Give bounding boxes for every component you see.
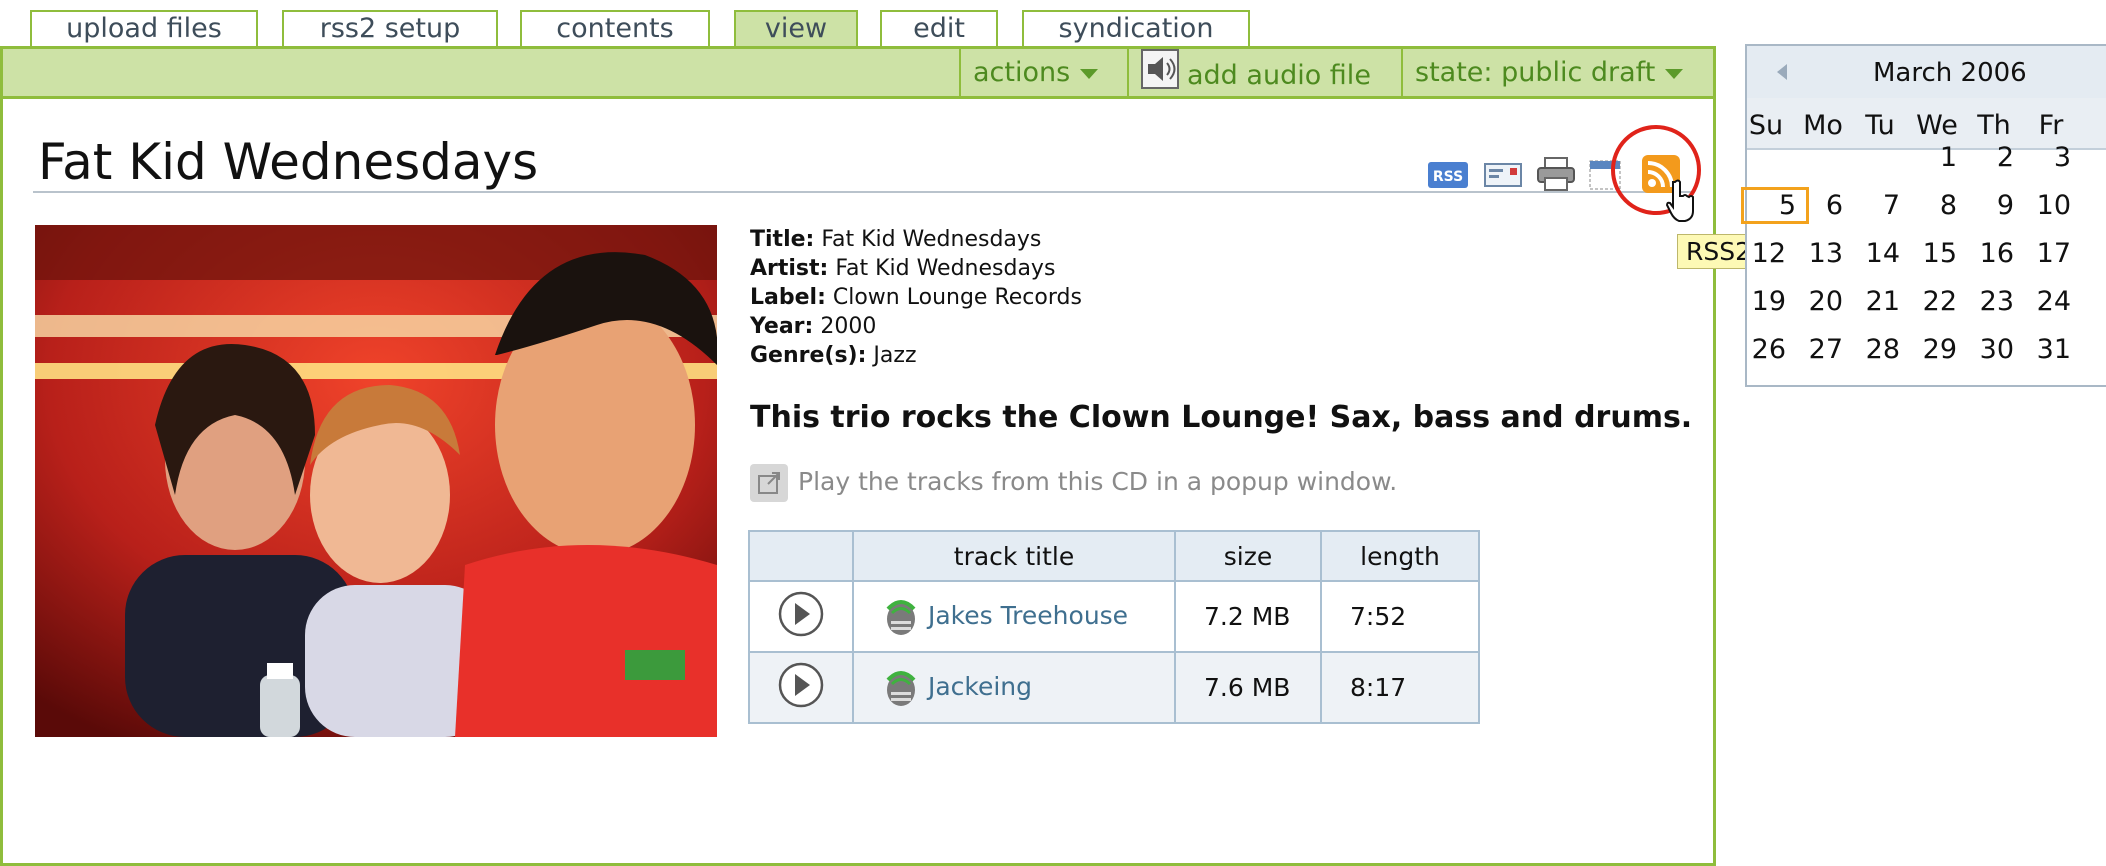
track-title-cell: Jackeing (852, 651, 1176, 724)
meta-label-label: Label: (750, 285, 826, 310)
calendar-day[interactable]: 10 (2014, 190, 2071, 221)
calendar-day[interactable]: 2 (1957, 142, 2014, 173)
track-length: 8:17 (1320, 651, 1480, 724)
calendar-day[interactable]: 14 (1843, 238, 1900, 269)
meta-year-value: 2000 (820, 314, 877, 339)
tab-contents[interactable]: contents (520, 10, 710, 46)
speaker-icon (1141, 49, 1179, 104)
meta-label-value: Clown Lounge Records (832, 285, 1082, 310)
svg-text:RSS: RSS (1433, 169, 1463, 185)
calendar-weekday: Fr (2038, 110, 2064, 141)
meta-year: Year: 2000 (750, 312, 876, 341)
track-title-link[interactable]: Jakes Treehouse (928, 601, 1128, 630)
actions-label: actions (973, 57, 1071, 88)
table-row: Jackeing 7.6 MB 8:17 (748, 651, 1480, 724)
tab-upload-files[interactable]: upload files (30, 10, 258, 46)
calendar-day[interactable]: 15 (1900, 238, 1957, 269)
calendar-day[interactable]: 19 (1729, 286, 1786, 317)
col-header-track-title: track title (852, 530, 1176, 582)
actions-menu[interactable]: actions (959, 49, 1129, 96)
col-header-play (748, 530, 854, 582)
audio-file-icon (886, 599, 916, 635)
meta-label: Label: Clown Lounge Records (750, 283, 1082, 312)
table-row: Jakes Treehouse 7.2 MB 7:52 (748, 580, 1480, 653)
hand-cursor-icon (1665, 178, 1696, 226)
calendar-day[interactable]: 9 (1957, 190, 2014, 221)
tab-view[interactable]: view (734, 10, 858, 48)
col-header-length: length (1320, 530, 1480, 582)
calendar-day[interactable]: 29 (1900, 334, 1957, 365)
calendar-month: March 2006 (1873, 58, 2027, 88)
meta-genre-label: Genre(s): (750, 343, 867, 368)
calendar-day[interactable]: 6 (1786, 190, 1843, 221)
meta-title: Title: Fat Kid Wednesdays (750, 225, 1041, 254)
calendar-day[interactable]: 7 (1843, 190, 1900, 221)
calendar-day[interactable]: 22 (1900, 286, 1957, 317)
chevron-down-icon (1080, 68, 1099, 79)
tab-edit[interactable]: edit (880, 10, 998, 46)
calendar-day[interactable]: 24 (2014, 286, 2071, 317)
calendar-day[interactable]: 20 (1786, 286, 1843, 317)
col-header-size: size (1174, 530, 1322, 582)
popup-player-link[interactable]: Play the tracks from this CD in a popup … (750, 462, 1397, 502)
page-title: Fat Kid Wednesdays (38, 133, 539, 191)
tracks-table: track title size length Jakes Treehouse … (748, 530, 1480, 724)
calendar-day[interactable]: 21 (1843, 286, 1900, 317)
calendar-day[interactable]: 16 (1957, 238, 2014, 269)
popup-window-icon (750, 464, 788, 502)
calendar-day[interactable]: 1 (1900, 142, 1957, 173)
meta-year-label: Year: (750, 314, 814, 339)
meta-artist: Artist: Fat Kid Wednesdays (750, 254, 1055, 283)
rss-badge-icon[interactable]: RSS (1428, 162, 1468, 192)
track-length: 7:52 (1320, 580, 1480, 653)
meta-artist-value: Fat Kid Wednesdays (835, 256, 1056, 281)
play-icon (778, 662, 824, 707)
album-tagline: This trio rocks the Clown Lounge! Sax, b… (750, 400, 1693, 435)
meta-artist-label: Artist: (750, 256, 829, 281)
track-title-link[interactable]: Jackeing (928, 672, 1032, 701)
calendar-day[interactable]: 3 (2014, 142, 2071, 173)
calendar-day[interactable]: 26 (1729, 334, 1786, 365)
calendar-day[interactable]: 28 (1843, 334, 1900, 365)
chevron-down-icon (1665, 68, 1684, 79)
tab-bar: upload files rss2 setup contents view ed… (0, 0, 1720, 48)
meta-genre-value: Jazz (873, 343, 917, 368)
track-title-cell: Jakes Treehouse (852, 580, 1176, 653)
action-bar: actions add audio file state: public dra… (3, 49, 1713, 99)
table-header-row: track title size length (748, 530, 1480, 582)
tab-rss2-setup[interactable]: rss2 setup (282, 10, 498, 46)
print-icon[interactable] (1536, 156, 1576, 196)
calendar-day[interactable]: 31 (2014, 334, 2071, 365)
add-audio-file-label: add audio file (1187, 60, 1371, 91)
meta-title-label: Title: (750, 227, 815, 252)
track-size: 7.2 MB (1174, 580, 1322, 653)
calendar-day[interactable]: 23 (1957, 286, 2014, 317)
calendar-day[interactable]: 8 (1900, 190, 1957, 221)
state-menu[interactable]: state: public draft (1401, 49, 1716, 96)
calendar-day[interactable]: 30 (1957, 334, 2014, 365)
calendar-header: March 2006 (1747, 46, 2106, 100)
play-button[interactable] (748, 651, 854, 724)
track-size: 7.6 MB (1174, 651, 1322, 724)
popup-player-text: Play the tracks from this CD in a popup … (798, 467, 1398, 496)
tab-syndication[interactable]: syndication (1022, 10, 1250, 46)
calendar-day[interactable]: 13 (1786, 238, 1843, 269)
play-icon (778, 591, 824, 636)
calendar-day[interactable]: 17 (2014, 238, 2071, 269)
calendar-day[interactable]: 12 (1729, 238, 1786, 269)
meta-genre: Genre(s): Jazz (750, 341, 917, 370)
calendar-widget: March 2006 Su Mo Tu We Th Fr 1 2 3 5 6 7 8 9 10 12 13 14… (1741, 44, 2106, 387)
prev-month-icon[interactable] (1777, 64, 1787, 80)
play-button[interactable] (748, 580, 854, 653)
state-label: state: public draft (1415, 57, 1656, 88)
meta-title-value: Fat Kid Wednesdays (821, 227, 1042, 252)
audio-file-icon (886, 670, 916, 706)
add-audio-file-button[interactable]: add audio file (1127, 49, 1403, 96)
email-icon[interactable] (1484, 163, 1522, 191)
album-photo (35, 225, 717, 737)
calendar-day[interactable]: 27 (1786, 334, 1843, 365)
